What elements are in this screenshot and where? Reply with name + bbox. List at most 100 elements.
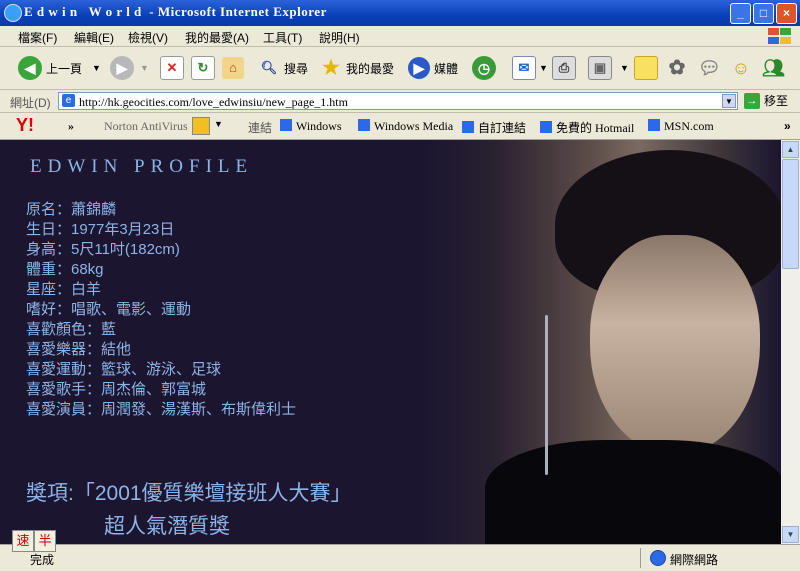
yahoo-smiley-icon: ☺: [731, 58, 751, 78]
back-dropdown-icon[interactable]: ▼: [92, 63, 101, 73]
back-label: 上一頁: [46, 61, 83, 76]
yahoo-messenger-button[interactable]: ☺: [730, 53, 752, 83]
edit-dropdown-icon[interactable]: ▼: [620, 63, 629, 73]
profile-favorite-color: 喜歡顏色：藍: [26, 321, 117, 338]
profile-name: 原名：蕭錦麟: [26, 201, 117, 218]
print-button[interactable]: ⎙: [552, 53, 576, 83]
minimize-button[interactable]: _: [730, 3, 751, 24]
scroll-down-icon[interactable]: ▼: [782, 526, 799, 543]
stop-button[interactable]: ✕: [160, 53, 184, 83]
profile-favorite-sports: 喜愛運動：籃球、游泳、足球: [26, 361, 222, 378]
forward-dropdown-icon[interactable]: ▼: [140, 63, 149, 73]
favorites-button[interactable]: ★ 我的最愛: [320, 53, 394, 83]
go-button[interactable]: → 移至: [744, 92, 788, 109]
yahoo-icon[interactable]: Y!: [16, 115, 34, 136]
menu-help[interactable]: 說明(H): [319, 29, 360, 46]
home-button[interactable]: ⌂: [222, 53, 244, 83]
note-button[interactable]: [634, 53, 658, 83]
address-dropdown-icon[interactable]: ▼: [722, 94, 736, 108]
stop-icon: ✕: [160, 56, 184, 80]
norton-icon[interactable]: [192, 117, 210, 135]
award-name: 超人氣潛質獎: [104, 515, 230, 538]
link-custom[interactable]: 自訂連結: [462, 119, 526, 136]
ime-indicator[interactable]: 速 半: [12, 530, 56, 552]
link-page-icon: [280, 119, 292, 131]
refresh-icon: ↻: [191, 56, 215, 80]
media-button[interactable]: ▶ 媒體: [408, 53, 458, 83]
link-hotmail[interactable]: 免費的 Hotmail: [540, 119, 634, 136]
address-bar: 網址(D) e http://hk.geocities.com/love_edw…: [0, 90, 800, 113]
link-page-icon: [540, 121, 552, 133]
favorites-label: 我的最愛: [346, 61, 395, 76]
msn-people-icon: 👥︎: [762, 58, 785, 78]
profile-zodiac: 星座：白羊: [26, 281, 102, 298]
messenger-button[interactable]: 💬︎: [698, 53, 721, 83]
back-arrow-icon: ◀: [18, 56, 42, 80]
media-icon: ▶: [408, 57, 430, 79]
refresh-button[interactable]: ↻: [191, 53, 215, 83]
search-label: 搜尋: [284, 61, 309, 76]
close-button[interactable]: ×: [776, 3, 797, 24]
profile-favorite-instrument: 喜愛樂器：結他: [26, 341, 132, 358]
search-icon: 🔍︎: [260, 60, 278, 75]
back-button[interactable]: ◀ 上一頁 ▼: [18, 53, 101, 83]
norton-antivirus-label[interactable]: Norton AntiVirus: [104, 119, 188, 134]
award-line: 獎項:「2001優質樂壇接班人大賽」: [26, 482, 352, 505]
status-divider: [640, 548, 641, 568]
title-bar: E d w i n W o r l d - Microsoft Internet…: [0, 0, 800, 26]
scroll-up-icon[interactable]: ▲: [782, 141, 799, 158]
star-icon: ★: [322, 57, 340, 79]
print-icon: ⎙: [552, 56, 576, 80]
page-icon: e: [62, 94, 75, 107]
portrait-face: [590, 235, 760, 455]
link-page-icon: [462, 121, 474, 133]
link-windows-label: Windows: [296, 119, 342, 133]
menu-favorites[interactable]: 我的最愛(A): [185, 29, 249, 46]
page-content: EDWIN PROFILE 原名：蕭錦麟 生日：1977年3月23日 身高：5尺…: [0, 140, 781, 544]
menu-view[interactable]: 檢視(V): [128, 29, 168, 46]
link-windows-media[interactable]: Windows Media: [358, 119, 453, 134]
edwin-portrait-photo: [425, 140, 781, 544]
portrait-earphone-cord: [545, 315, 548, 475]
profile-favorite-singers: 喜愛歌手：周杰倫、郭富城: [26, 381, 207, 398]
edit-icon: ▣: [588, 56, 612, 80]
portrait-shirt: [485, 440, 781, 544]
note-icon: [634, 56, 658, 80]
links-more-chevron-icon[interactable]: »: [784, 119, 791, 133]
menu-tools[interactable]: 工具(T): [263, 29, 302, 46]
vertical-scrollbar[interactable]: ▲ ▼: [781, 140, 800, 544]
norton-dropdown-icon[interactable]: ▼: [214, 119, 223, 129]
history-button[interactable]: ◷: [472, 53, 496, 83]
go-label: 移至: [764, 94, 789, 108]
forward-button[interactable]: ▶ ▼: [110, 53, 149, 83]
link-hotmail-label: 免費的 Hotmail: [556, 121, 635, 135]
status-text: 完成: [30, 553, 55, 567]
mail-dropdown-icon[interactable]: ▼: [539, 63, 548, 73]
internet-explorer-icon: [4, 4, 22, 22]
history-icon: ◷: [472, 56, 496, 80]
more-chevron-icon[interactable]: »: [68, 119, 74, 134]
search-button[interactable]: 🔍︎ 搜尋: [258, 53, 308, 83]
address-input[interactable]: e http://hk.geocities.com/love_edwinsiu/…: [58, 92, 738, 110]
mail-icon: ✉: [512, 56, 536, 80]
profile-favorite-actors: 喜愛演員：周潤發、湯漢斯、布斯偉利士: [26, 401, 297, 418]
mail-button[interactable]: ✉ ▼: [512, 53, 548, 83]
window-title: E d w i n W o r l d - Microsoft Internet…: [24, 4, 327, 19]
maximize-button[interactable]: □: [753, 3, 774, 24]
zone-label: 網際網路: [670, 553, 719, 567]
link-msn[interactable]: MSN.com: [648, 119, 714, 134]
edit-button[interactable]: ▣ ▼: [588, 53, 629, 83]
msn-messenger-button[interactable]: 👥︎: [762, 53, 785, 83]
scroll-thumb[interactable]: [782, 159, 799, 269]
home-icon: ⌂: [222, 57, 244, 79]
ime-mode-button[interactable]: 速: [12, 530, 34, 552]
profile-weight: 體重：68kg: [26, 261, 104, 278]
links-bar: Y! » Norton AntiVirus ▼ 連結 Windows Windo…: [0, 113, 800, 140]
profile-birthday: 生日：1977年3月23日: [26, 221, 175, 238]
link-windows[interactable]: Windows: [280, 119, 342, 134]
menu-file[interactable]: 檔案(F): [18, 29, 57, 46]
menu-bar: 檔案(F) 編輯(E) 檢視(V) 我的最愛(A) 工具(T) 說明(H): [0, 26, 800, 47]
flower-button[interactable]: ✿: [666, 53, 688, 83]
menu-edit[interactable]: 編輯(E): [74, 29, 114, 46]
ime-width-button[interactable]: 半: [34, 530, 56, 552]
